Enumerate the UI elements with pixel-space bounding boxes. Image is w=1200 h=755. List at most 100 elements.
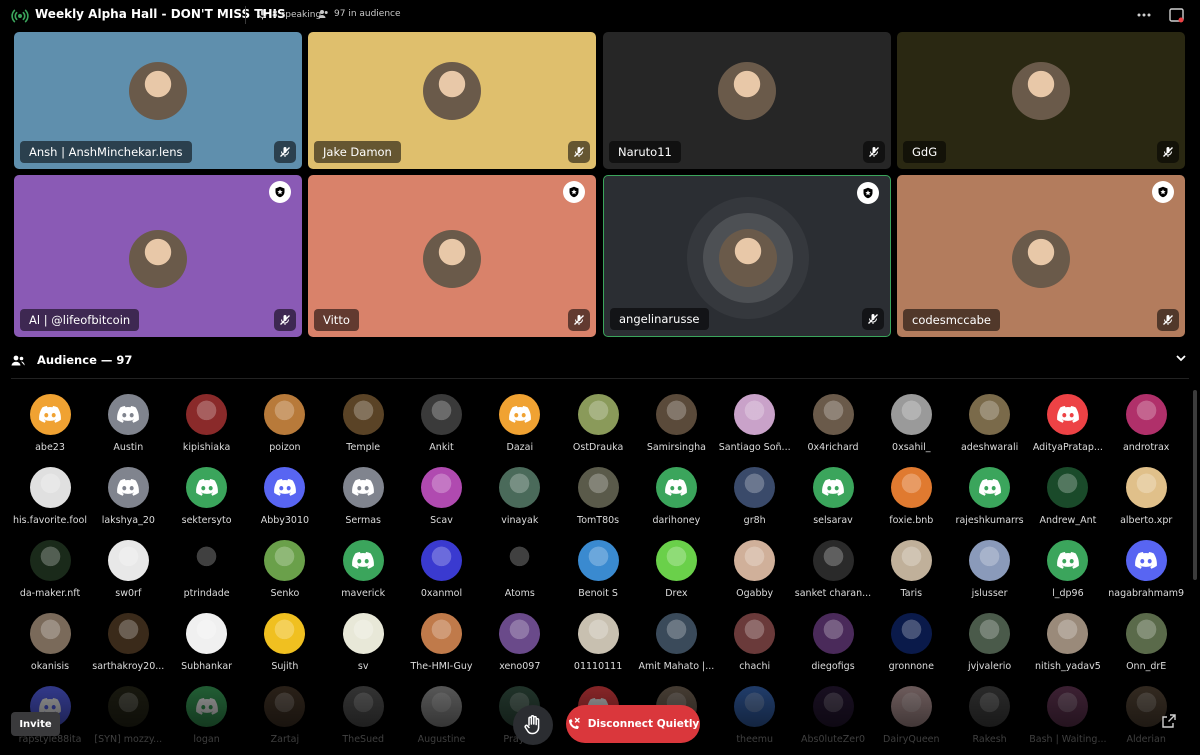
audience-member[interactable]: AdityaPratap... (1029, 394, 1107, 453)
audience-member[interactable]: OstDrauka (559, 394, 637, 453)
audience-member[interactable]: nitish_yadav5 (1029, 613, 1107, 672)
audience-member[interactable]: Senko (246, 540, 324, 599)
audience-member[interactable]: TomT80s (559, 467, 637, 526)
speaker-tile[interactable]: Jake Damon (308, 32, 596, 169)
member-name: OstDrauka (572, 442, 624, 453)
member-avatar (29, 540, 71, 581)
audience-member[interactable]: Benoit S (559, 540, 637, 599)
audience-member[interactable]: Drex (637, 540, 715, 599)
disconnect-quietly-button[interactable]: Disconnect Quietly (566, 705, 700, 743)
audience-member[interactable]: maverick (324, 540, 402, 599)
audience-member[interactable]: vinayak (481, 467, 559, 526)
speaker-tile[interactable]: Ansh | AnshMinchekar.lens (14, 32, 302, 169)
audience-member[interactable]: TheSued (324, 686, 402, 745)
audience-member[interactable]: theemu (716, 686, 794, 745)
invite-button[interactable]: Invite (11, 712, 60, 736)
member-name: gronnone (888, 661, 934, 672)
audience-member[interactable]: sv (324, 613, 402, 672)
popout-window-icon[interactable] (1165, 5, 1187, 25)
audience-member[interactable]: abe23 (11, 394, 89, 453)
audience-member[interactable]: 0x4richard (794, 394, 872, 453)
audience-member[interactable]: Amit Mahato |... (637, 613, 715, 672)
raise-hand-icon (524, 715, 540, 735)
discord-icon (107, 467, 149, 508)
audience-member[interactable]: sanket charan... (794, 540, 872, 599)
audience-member[interactable]: Temple (324, 394, 402, 453)
audience-member[interactable]: adeshwarali (951, 394, 1029, 453)
divider (11, 378, 1189, 379)
audience-member[interactable]: Zartaj (246, 686, 324, 745)
audience-member[interactable]: Abby3010 (246, 467, 324, 526)
audience-member[interactable]: sw0rf (89, 540, 167, 599)
audience-member[interactable]: Taris (872, 540, 950, 599)
more-options-icon[interactable] (1133, 5, 1155, 25)
audience-member[interactable]: selsarav (794, 467, 872, 526)
audience-member[interactable]: his.favorite.fool (11, 467, 89, 526)
audience-member[interactable]: androtrax (1107, 394, 1185, 453)
audience-member[interactable]: l_dp96 (1029, 540, 1107, 599)
audience-member[interactable]: Ankit (403, 394, 481, 453)
audience-member[interactable]: Subhankar (168, 613, 246, 672)
audience-member[interactable]: nagabrahmam9 (1107, 540, 1185, 599)
speaker-tile[interactable]: codesmccabe (897, 175, 1185, 337)
audience-member[interactable]: ptrindade (168, 540, 246, 599)
muted-mic-icon (1157, 141, 1179, 163)
speaker-name: Jake Damon (314, 141, 401, 163)
audience-member[interactable]: gronnone (872, 613, 950, 672)
audience-member[interactable]: The-HMI-Guy (403, 613, 481, 672)
scrollbar[interactable] (1193, 390, 1197, 580)
speaker-tile[interactable]: Vitto (308, 175, 596, 337)
audience-member[interactable]: 0xanmol (403, 540, 481, 599)
audience-member[interactable]: Sermas (324, 467, 402, 526)
audience-member[interactable]: jvjvalerio (951, 613, 1029, 672)
audience-member[interactable]: sektersyto (168, 467, 246, 526)
audience-member[interactable]: Samirsingha (637, 394, 715, 453)
audience-member[interactable]: sarthakroy20... (89, 613, 167, 672)
audience-member[interactable]: foxie.bnb (872, 467, 950, 526)
audience-member[interactable]: chachi (716, 613, 794, 672)
audience-member[interactable]: Dazai (481, 394, 559, 453)
audience-member[interactable]: darihoney (637, 467, 715, 526)
speaker-tile[interactable]: Al | @lifeofbitcoin (14, 175, 302, 337)
audience-member[interactable]: lakshya_20 (89, 467, 167, 526)
audience-member[interactable]: poizon (246, 394, 324, 453)
audience-header[interactable]: Audience — 97 (11, 353, 132, 367)
audience-member[interactable]: xeno097 (481, 613, 559, 672)
speaker-tile[interactable]: GdG (897, 32, 1185, 169)
audience-member[interactable]: 01110111 (559, 613, 637, 672)
audience-member[interactable]: gr8h (716, 467, 794, 526)
chevron-down-icon[interactable] (1176, 354, 1186, 362)
audience-member[interactable]: Rakesh (951, 686, 1029, 745)
audience-member[interactable]: 0xsahil_ (872, 394, 950, 453)
audience-member[interactable]: Sujith (246, 613, 324, 672)
member-avatar (890, 686, 932, 727)
audience-member[interactable]: rajeshkumarrs (951, 467, 1029, 526)
audience-member[interactable]: Scav (403, 467, 481, 526)
audience-member[interactable]: okanisis (11, 613, 89, 672)
audience-member[interactable]: diegofigs (794, 613, 872, 672)
discord-icon (1125, 540, 1167, 581)
audience-member[interactable]: Onn_drE (1107, 613, 1185, 672)
audience-member[interactable]: Augustine (403, 686, 481, 745)
raise-hand-button[interactable] (513, 705, 553, 745)
popout-icon[interactable] (1162, 714, 1176, 728)
audience-member[interactable]: Bash | Waiting... (1029, 686, 1107, 745)
member-name: Santiago Soñ... (718, 442, 791, 453)
audience-member[interactable]: jslusser (951, 540, 1029, 599)
speaker-tile[interactable]: angelinarusse (603, 175, 891, 337)
audience-member[interactable]: da-maker.nft (11, 540, 89, 599)
audience-member[interactable]: Andrew_Ant (1029, 467, 1107, 526)
audience-member[interactable]: Ogabby (716, 540, 794, 599)
speaking-count: 8 speaking (258, 9, 321, 20)
member-avatar (734, 686, 776, 727)
audience-member[interactable]: kipishiaka (168, 394, 246, 453)
audience-member[interactable]: [SYN] mozzy... (89, 686, 167, 745)
audience-member[interactable]: Santiago Soñ... (716, 394, 794, 453)
audience-member[interactable]: alberto.xpr (1107, 467, 1185, 526)
audience-member[interactable]: Atoms (481, 540, 559, 599)
speaker-tile[interactable]: Naruto11 (603, 32, 891, 169)
audience-member[interactable]: Abs0luteZer0 (794, 686, 872, 745)
audience-member[interactable]: DairyQueen (872, 686, 950, 745)
audience-member[interactable]: Austin (89, 394, 167, 453)
audience-member[interactable]: logan (168, 686, 246, 745)
